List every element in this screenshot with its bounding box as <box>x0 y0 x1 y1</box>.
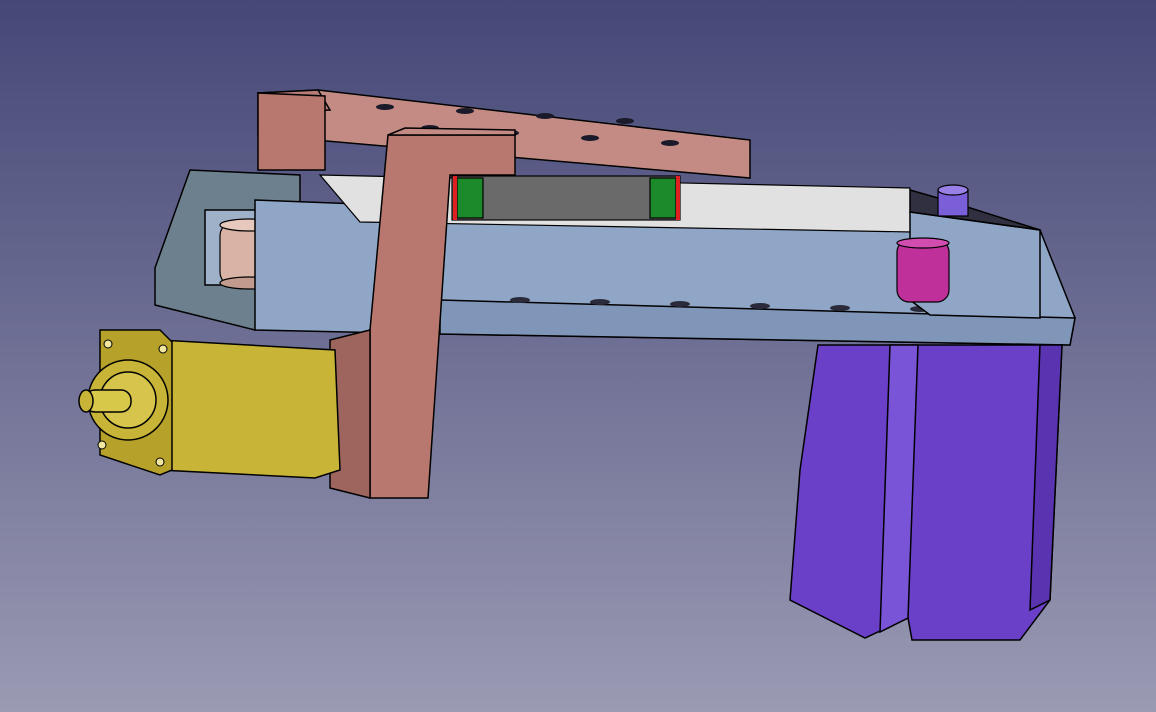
rear-bracket[interactable] <box>257 92 326 171</box>
drive-pulley[interactable] <box>896 237 950 303</box>
3d-scene[interactable] <box>0 0 1156 712</box>
coupler-post[interactable] <box>937 184 969 217</box>
carriage-seal-right <box>649 177 677 219</box>
stepper-motor-yellow[interactable] <box>78 329 341 479</box>
3d-viewport[interactable] <box>0 0 1156 712</box>
carriage-seal-left <box>456 177 484 219</box>
stepper-motor-purple[interactable] <box>789 344 1063 641</box>
rail-carriage[interactable] <box>451 175 681 221</box>
